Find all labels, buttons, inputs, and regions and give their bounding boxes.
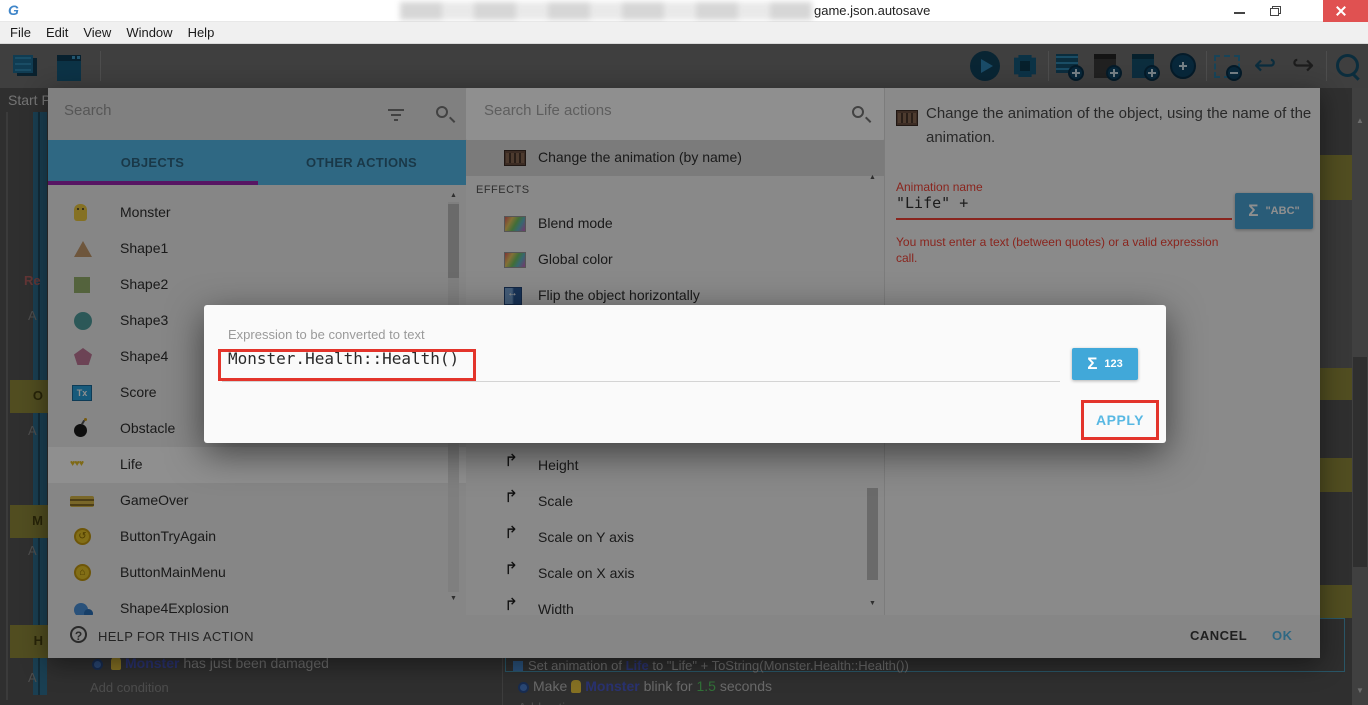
maximize-restore-button[interactable] [1258,0,1294,22]
menu-edit[interactable]: Edit [46,25,68,40]
close-button[interactable] [1323,0,1368,22]
open-numeric-expression-editor-button[interactable]: Σ 123 [1072,348,1138,380]
sigma-icon: Σ [1087,354,1097,374]
menu-window[interactable]: Window [126,25,172,40]
title-bar: G game.json.autosave [0,0,1368,22]
minimize-button[interactable] [1222,0,1258,22]
input-underline [222,381,1060,382]
menu-view[interactable]: View [83,25,111,40]
menu-help[interactable]: Help [188,25,215,40]
app-logo-icon: G [8,2,19,18]
gdevelop-window: G game.json.autosave File Edit View Wind… [0,0,1368,705]
expression-editor-modal: Expression to be converted to text Σ 123… [204,305,1166,443]
expression-field-label: Expression to be converted to text [228,327,425,342]
menu-file[interactable]: File [10,25,31,40]
annotation-box-input [218,349,476,381]
redacted-file-path [400,2,812,20]
menu-bar: File Edit View Window Help [0,22,1368,44]
window-title: game.json.autosave [814,3,930,18]
annotation-box-apply [1081,400,1159,440]
app-content: ↩ ↪ Start P Re A O A M A H A ▲ ▼ Set ani… [0,44,1368,705]
